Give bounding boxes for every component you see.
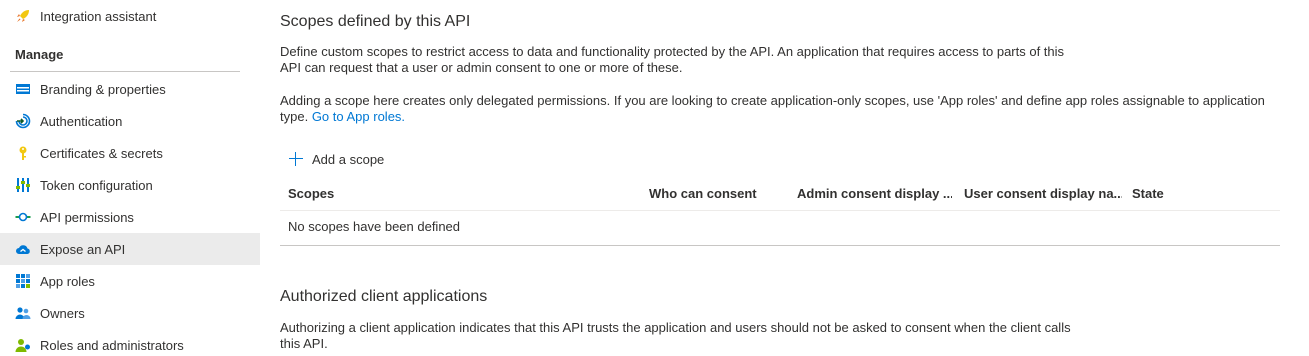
sidebar-item-authentication[interactable]: Authentication	[0, 105, 260, 137]
sidebar-item-label: Token configuration	[40, 177, 153, 193]
authentication-icon	[15, 113, 31, 129]
sidebar-item-label: API permissions	[40, 209, 134, 225]
delegated-permissions-note: Adding a scope here creates only delegat…	[280, 93, 1265, 125]
sidebar-item-app-roles[interactable]: App roles	[0, 265, 260, 297]
sidebar-item-label: Roles and administrators	[40, 337, 184, 353]
roles-admin-icon	[15, 337, 31, 353]
sidebar-item-certificates[interactable]: Certificates & secrets	[0, 137, 260, 169]
column-header-admin-consent[interactable]: Admin consent display ...	[797, 186, 952, 201]
branding-icon	[15, 81, 31, 97]
rocket-icon	[15, 8, 31, 24]
column-header-scopes[interactable]: Scopes	[288, 186, 628, 201]
authorized-description-line: Authorizing a client application indicat…	[280, 320, 1071, 335]
add-scope-button[interactable]: Add a scope	[288, 148, 384, 170]
sidebar-item-label: Authentication	[40, 113, 123, 129]
section-divider	[10, 71, 240, 72]
column-header-state[interactable]: State	[1132, 186, 1232, 201]
column-header-who-can-consent[interactable]: Who can consent	[649, 186, 789, 201]
sidebar-item-label: Certificates & secrets	[40, 145, 163, 161]
plus-icon	[288, 151, 304, 167]
sidebar-item-label: Branding & properties	[40, 81, 166, 97]
sidebar-item-integration-assistant[interactable]: Integration assistant	[0, 0, 260, 32]
empty-table-message: No scopes have been defined	[288, 219, 461, 234]
key-icon	[15, 145, 31, 161]
sidebar: Integration assistant Manage Branding & …	[0, 0, 260, 356]
scopes-description-line: API can request that a user or admin con…	[280, 60, 683, 75]
main-content: Scopes defined by this API Define custom…	[280, 0, 1290, 356]
scopes-table: Scopes Who can consent Admin consent dis…	[280, 177, 1280, 246]
app-roles-icon	[15, 273, 31, 289]
sidebar-item-api-permissions[interactable]: API permissions	[0, 201, 260, 233]
sidebar-item-label: Integration assistant	[40, 8, 157, 24]
sidebar-item-owners[interactable]: Owners	[0, 297, 260, 329]
scopes-section-title: Scopes defined by this API	[280, 13, 471, 30]
scopes-description-line: Define custom scopes to restrict access …	[280, 44, 1065, 59]
sidebar-item-branding[interactable]: Branding & properties	[0, 73, 260, 105]
scopes-description: Define custom scopes to restrict access …	[280, 44, 1064, 76]
sidebar-item-label: Owners	[40, 305, 85, 321]
authorized-client-apps-title: Authorized client applications	[280, 288, 488, 305]
delegated-note-line: Adding a scope here creates only delegat…	[280, 93, 1265, 108]
sidebar-item-roles-and-administrators[interactable]: Roles and administrators	[0, 329, 260, 356]
column-header-user-consent[interactable]: User consent display na...	[964, 186, 1122, 201]
authorized-description-line: this API.	[280, 336, 328, 351]
sidebar-item-expose-an-api[interactable]: Expose an API	[0, 233, 260, 265]
authorized-client-apps-description: Authorizing a client application indicat…	[280, 320, 1071, 352]
delegated-note-text: type.	[280, 109, 309, 124]
api-permissions-icon	[15, 209, 31, 225]
add-scope-label: Add a scope	[312, 151, 385, 167]
scopes-table-body: No scopes have been defined	[280, 211, 1280, 246]
scopes-table-header: Scopes Who can consent Admin consent dis…	[280, 177, 1280, 211]
manage-section-header: Manage	[15, 47, 64, 62]
token-config-icon	[15, 177, 31, 193]
sidebar-item-label: App roles	[40, 273, 95, 289]
sidebar-item-token-configuration[interactable]: Token configuration	[0, 169, 260, 201]
cloud-icon	[15, 241, 31, 257]
owners-icon	[15, 305, 31, 321]
sidebar-item-label: Expose an API	[40, 241, 126, 257]
go-to-app-roles-link[interactable]: Go to App roles.	[312, 109, 405, 124]
delegated-note-line2: type. Go to App roles.	[280, 109, 1265, 125]
